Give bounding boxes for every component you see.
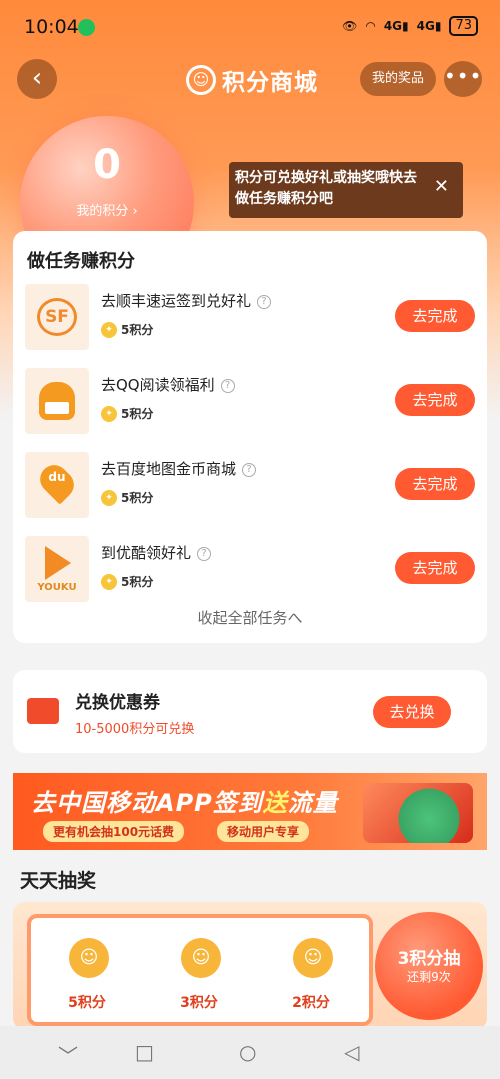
qq-logo — [39, 382, 75, 420]
nav-recent-icon[interactable]: ○ — [239, 1040, 256, 1064]
coin-icon: ✦ — [101, 321, 117, 338]
signal-icon-1: 4G▮ — [383, 19, 409, 33]
nav-home-icon[interactable]: □ — [135, 1040, 154, 1064]
mall-logo-icon: ☺ — [186, 65, 216, 95]
page-title: 积分商城 — [222, 70, 318, 96]
task-points: ✦ 5积分 — [101, 573, 153, 590]
youku-icon: YOUKU — [25, 536, 89, 602]
task-points: ✦ 5积分 — [101, 321, 153, 338]
draw-button[interactable]: 3积分抽 还剩9次 — [375, 912, 483, 1020]
prize-item: ☺ 5积分 — [31, 918, 143, 1022]
help-icon[interactable]: ? — [242, 462, 257, 477]
eye-icon: 👁 — [342, 19, 358, 33]
tasks-title: 做任务赚积分 — [27, 251, 135, 272]
sf-logo: SF — [37, 298, 77, 336]
system-nav-bar: ﹀ □ ○ ◁ — [0, 1026, 500, 1079]
qq-reading-icon — [25, 368, 89, 434]
coin-stack-icon: ☺ — [293, 938, 333, 978]
prize-label: 5积分 — [68, 995, 106, 1011]
battery-icon: 73 — [449, 16, 478, 36]
task-title: 去百度地图金币商城? — [101, 458, 257, 479]
ticket-icon — [27, 698, 59, 724]
coupon-title: 兑换优惠券 — [75, 693, 160, 713]
wifi-icon: ◠ — [365, 19, 376, 33]
tooltip-text: 积分可兑换好礼或抽奖哦快去做任务赚积分吧 — [235, 170, 417, 207]
coin-icon: ✦ — [101, 573, 117, 590]
task-item: 去QQ阅读领福利? ✦ 5积分 去完成 — [25, 368, 477, 434]
collapse-tasks-link[interactable]: 收起全部任务へ — [13, 607, 487, 628]
status-icons: 👁 ◠ 4G▮ 4G▮ 73 — [342, 16, 478, 36]
prize-item: ☺ 2积分 — [255, 918, 367, 1022]
back-button[interactable]: ‹ — [17, 59, 57, 99]
tasks-card: 做任务赚积分 SF 去顺丰速运签到兑好礼? ✦ 5积分 去完成 去QQ阅读领福利?… — [13, 231, 487, 643]
coupon-card: 兑换优惠券 10-5000积分可兑换 去兑换 — [13, 670, 487, 753]
banner-tag-exclusive: 移动用户专享 — [217, 821, 310, 842]
prize-label: 2积分 — [292, 995, 330, 1011]
more-options-button[interactable]: ••• — [444, 61, 482, 97]
youku-logo-text: YOUKU — [37, 582, 77, 593]
wechat-notification-icon — [78, 19, 95, 36]
chevron-left-icon: ‹ — [31, 63, 43, 93]
complete-task-button[interactable]: 去完成 — [395, 468, 475, 500]
play-icon — [45, 546, 71, 580]
task-item: YOUKU 到优酷领好礼? ✦ 5积分 去完成 — [25, 536, 477, 602]
complete-task-button[interactable]: 去完成 — [395, 552, 475, 584]
draws-remaining-label: 还剩9次 — [407, 970, 451, 984]
draw-cost-label: 3积分抽 — [397, 949, 461, 969]
gift-illustration-icon — [363, 783, 473, 843]
coupon-subtitle: 10-5000积分可兑换 — [75, 722, 195, 737]
complete-task-button[interactable]: 去完成 — [395, 384, 475, 416]
points-tooltip: 积分可兑换好礼或抽奖哦快去做任务赚积分吧 ✕ — [229, 162, 463, 218]
lottery-panel: ☺ 5积分 ☺ 3积分 ☺ 2积分 3积分抽 还剩9次 — [13, 902, 487, 1030]
redeem-button[interactable]: 去兑换 — [373, 696, 451, 728]
page-title-group: ☺ 积分商城 — [186, 63, 318, 97]
prize-row: ☺ 5积分 ☺ 3积分 ☺ 2积分 — [27, 914, 373, 1026]
coin-stack-icon: ☺ — [181, 938, 221, 978]
lottery-title: 天天抽奖 — [20, 870, 97, 892]
complete-task-button[interactable]: 去完成 — [395, 300, 475, 332]
prize-label: 3积分 — [180, 995, 218, 1011]
sf-express-icon: SF — [25, 284, 89, 350]
task-points: ✦ 5积分 — [101, 489, 153, 506]
baidu-logo-text: du — [48, 470, 66, 484]
more-dots-icon: ••• — [444, 64, 483, 88]
coin-stack-icon: ☺ — [69, 938, 109, 978]
points-value: 0 — [93, 142, 121, 188]
coin-icon: ✦ — [101, 489, 117, 506]
help-icon[interactable]: ? — [220, 378, 235, 393]
help-icon[interactable]: ? — [197, 546, 212, 561]
nav-collapse-icon[interactable]: ﹀ — [58, 1040, 78, 1069]
baidu-map-icon: du — [25, 452, 89, 518]
task-title: 去QQ阅读领福利? — [101, 374, 235, 395]
banner-tag-lottery: 更有机会抽100元话费 — [43, 821, 185, 842]
points-label: 我的积分 › — [76, 204, 138, 219]
coin-icon: ✦ — [101, 405, 117, 422]
status-bar: 10:04 👁 ◠ 4G▮ 4G▮ 73 — [0, 0, 500, 56]
promo-banner[interactable]: 去中国移动APP签到送流量 更有机会抽100元话费 移动用户专享 — [13, 773, 487, 850]
nav-back-icon[interactable]: ◁ — [344, 1040, 359, 1064]
banner-headline: 去中国移动APP签到送流量 — [31, 789, 338, 817]
signal-icon-2: 4G▮ — [416, 19, 442, 33]
help-icon[interactable]: ? — [257, 294, 272, 309]
task-title: 到优酷领好礼? — [101, 542, 212, 563]
task-item: SF 去顺丰速运签到兑好礼? ✦ 5积分 去完成 — [25, 284, 477, 350]
close-icon[interactable]: ✕ — [434, 176, 449, 197]
prize-item: ☺ 3积分 — [143, 918, 255, 1022]
task-points: ✦ 5积分 — [101, 405, 153, 422]
my-prizes-button[interactable]: 我的奖品 — [360, 62, 436, 96]
task-title: 去顺丰速运签到兑好礼? — [101, 290, 272, 311]
task-item: du 去百度地图金币商城? ✦ 5积分 去完成 — [25, 452, 477, 518]
status-time: 10:04 — [24, 16, 79, 38]
